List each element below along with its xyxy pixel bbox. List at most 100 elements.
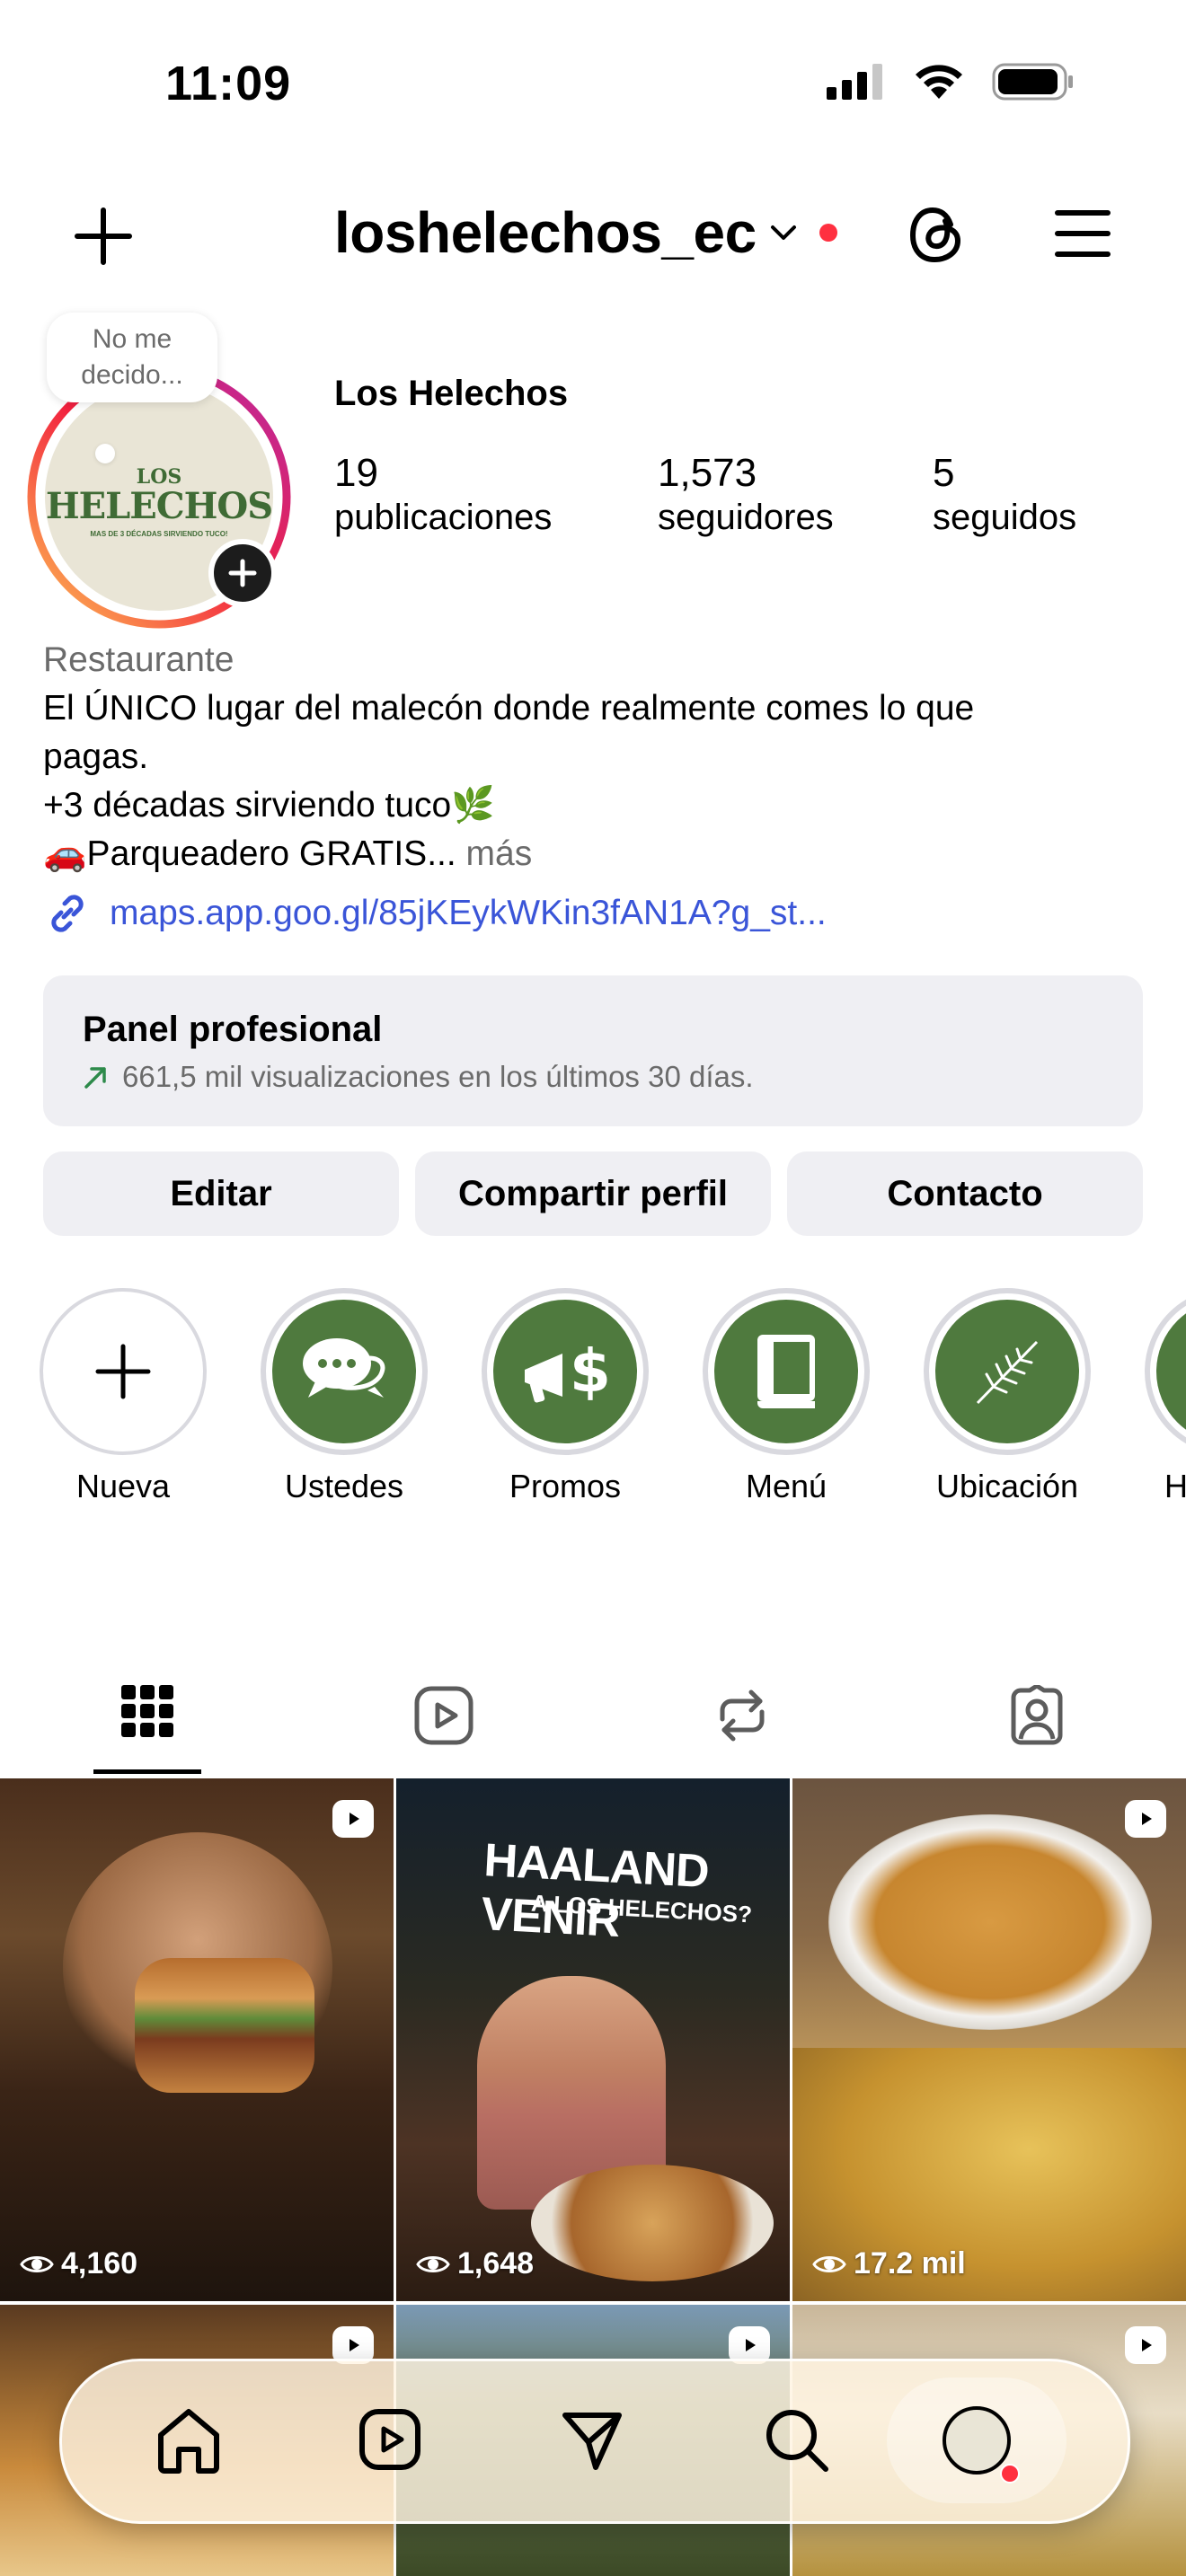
reel-indicator-icon [1125, 2326, 1166, 2364]
tab-grid[interactable] [93, 1685, 201, 1775]
contact-button[interactable]: Contacto [787, 1151, 1143, 1236]
tab-reposts[interactable] [712, 1685, 773, 1751]
more-link[interactable]: más [466, 834, 533, 873]
post-tile-3[interactable]: 17.2 mil [792, 1778, 1186, 2301]
highlight-partial[interactable]: H [1145, 1288, 1186, 1505]
profile-avatar-icon [943, 2406, 1011, 2475]
plus-icon [75, 207, 132, 265]
followers-count: 1,573 [658, 451, 757, 495]
highlight-label: Ubicación [935, 1468, 1079, 1504]
profile-avatar[interactable]: LOS HELECHOS MAS DE 3 DÉCADAS SIRVIENDO … [25, 363, 293, 631]
edit-profile-button[interactable]: Editar [43, 1151, 399, 1236]
view-count: 4,160 [20, 2246, 137, 2281]
posts-label: publicaciones [334, 498, 553, 537]
logo-main-text: HELECHOS [45, 485, 273, 527]
bio-line-4: 🚗Parqueadero GRATIS... más [43, 830, 532, 878]
plus-icon [228, 559, 257, 587]
svg-text:$: $ [570, 1337, 611, 1406]
following-count: 5 [933, 451, 955, 495]
note-bubble[interactable]: No me decido... [47, 313, 217, 402]
bio-line-1: El ÚNICO lugar del malecón donde realmen… [43, 689, 975, 728]
reel-indicator-icon [332, 1800, 374, 1838]
tab-tagged[interactable] [1006, 1683, 1067, 1751]
followers-label: seguidores [658, 498, 834, 537]
fern-leaf-icon [976, 1340, 1039, 1405]
share-profile-button[interactable]: Compartir perfil [415, 1151, 771, 1236]
reels-icon [359, 2409, 420, 2470]
display-name: Los Helechos [334, 374, 569, 413]
nav-search[interactable] [763, 2406, 831, 2479]
view-count: 17.2 mil [812, 2246, 966, 2281]
highlight-ubicacion[interactable]: Ubicación [924, 1288, 1115, 1505]
account-switcher[interactable]: loshelechos_ec [334, 199, 837, 266]
add-story-button[interactable] [208, 539, 277, 607]
threads-button[interactable] [907, 203, 967, 270]
logo-sub-text: MAS DE 3 DÉCADAS SIRVIENDO TUCO! [90, 530, 228, 538]
bio-parking: 🚗Parqueadero GRATIS... [43, 834, 456, 873]
stat-posts[interactable]: 19 publicaciones [334, 451, 552, 538]
post-plate [531, 2165, 774, 2281]
messages-icon [562, 2413, 622, 2470]
note-text: No me decido... [81, 324, 183, 390]
dashboard-title: Panel profesional [83, 1010, 383, 1049]
notification-dot [819, 224, 837, 242]
stat-followers[interactable]: 1,573 seguidores [658, 451, 834, 538]
home-icon [158, 2409, 219, 2474]
post-bowl [828, 1814, 1152, 2030]
professional-dashboard[interactable]: Panel profesional 661,5 mil visualizacio… [43, 975, 1143, 1126]
eye-icon [812, 2255, 846, 2272]
highlight-label: H [1164, 1468, 1186, 1504]
bottom-nav [59, 2359, 1130, 2524]
bio-link[interactable]: maps.app.goo.gl/85jKEykWKin3fAN1A?g_st..… [43, 889, 827, 938]
search-icon [766, 2410, 828, 2472]
reel-indicator-icon [1125, 1800, 1166, 1838]
following-label: seguidos [933, 498, 1077, 537]
highlight-menu[interactable]: Menú [703, 1288, 894, 1505]
view-count: 1,648 [416, 2246, 534, 2281]
notification-dot [1000, 2464, 1020, 2483]
tagged-icon [1011, 1683, 1063, 1745]
cellular-signal-icon [827, 64, 882, 100]
status-time: 11:09 [165, 57, 292, 110]
highlight-label: Promos [509, 1468, 622, 1504]
nav-messages[interactable] [560, 2408, 624, 2477]
trend-up-arrow-icon [84, 1067, 106, 1089]
post-burger [135, 1958, 314, 2093]
username: loshelechos_ec [334, 200, 757, 265]
nav-reels[interactable] [358, 2408, 421, 2475]
menu-button[interactable] [1055, 208, 1111, 263]
eye-icon [20, 2255, 54, 2272]
chat-bubbles-icon [303, 1338, 385, 1398]
highlight-label: Menú [745, 1468, 828, 1504]
megaphone-dollar-icon: $ [525, 1337, 611, 1406]
battery-icon [992, 63, 1073, 101]
plus-icon [95, 1344, 151, 1399]
dashboard-subtitle-row: 661,5 mil visualizaciones en los últimos… [83, 1060, 754, 1094]
status-icons [827, 63, 1075, 101]
link-text: maps.app.goo.gl/85jKEykWKin3fAN1A?g_st..… [110, 894, 827, 932]
post-tile-2[interactable]: HAALAND VENIR A LOS HELECHOS? 1,648 [396, 1778, 790, 2301]
highlight-new[interactable]: Nueva [40, 1288, 231, 1505]
grid-icon [121, 1685, 173, 1737]
tab-reels[interactable] [413, 1685, 474, 1751]
chevron-down-icon [770, 225, 796, 240]
reels-icon [414, 1686, 474, 1745]
posts-count: 19 [334, 451, 378, 495]
stat-following[interactable]: 5 seguidos [933, 451, 1076, 538]
bio-line-2: pagas. [43, 737, 149, 776]
post-tile-1[interactable]: 4,160 [0, 1778, 394, 2301]
threads-icon [909, 207, 961, 263]
create-button[interactable] [72, 205, 135, 268]
highlight-ustedes[interactable]: Ustedes [261, 1288, 452, 1505]
category: Restaurante [43, 640, 235, 679]
book-icon [757, 1335, 815, 1408]
highlight-promos[interactable]: $ Promos [482, 1288, 673, 1505]
nav-profile[interactable] [887, 2378, 1067, 2503]
hamburger-menu-icon [1055, 210, 1111, 257]
note-bubble-tail [95, 444, 115, 463]
dashboard-subtitle: 661,5 mil visualizaciones en los últimos… [122, 1060, 754, 1093]
nav-home[interactable] [155, 2406, 222, 2479]
wifi-icon [916, 65, 962, 99]
bio-line-3: +3 décadas sirviendo tuco🌿 [43, 786, 495, 825]
highlight-label: Nueva [75, 1468, 171, 1504]
